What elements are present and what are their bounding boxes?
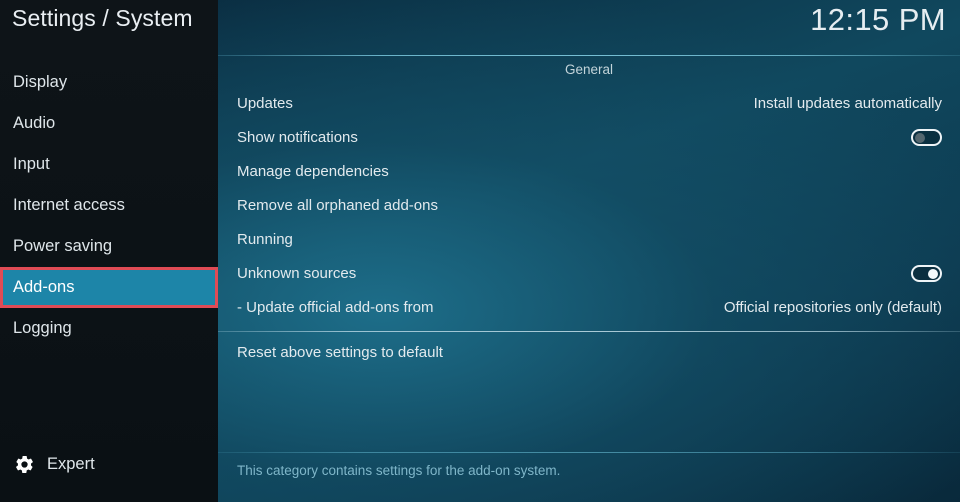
category-description: This category contains settings for the … xyxy=(237,463,561,478)
sidebar-item-logging[interactable]: Logging xyxy=(0,308,218,349)
gear-icon xyxy=(14,454,35,475)
settings-level-label: Expert xyxy=(47,455,95,473)
page-title: Settings / System xyxy=(12,5,193,31)
settings-row[interactable]: Remove all orphaned add-ons xyxy=(218,189,960,223)
footer-divider xyxy=(218,452,960,453)
settings-row[interactable]: - Update official add-ons from Official r… xyxy=(218,291,960,325)
sidebar: Settings / System Display Audio Input Inter… xyxy=(0,0,218,502)
sidebar-item-label: Internet access xyxy=(13,196,125,214)
kodi-settings-screen: Settings / System Display Audio Input Inter… xyxy=(0,0,960,502)
toggle-switch[interactable] xyxy=(911,265,942,282)
settings-row[interactable]: Show notifications xyxy=(218,121,960,155)
settings-row-label: Updates xyxy=(237,95,293,112)
clock: 12:15 PM xyxy=(810,2,946,37)
sidebar-item-display[interactable]: Display xyxy=(0,62,218,103)
settings-row-value[interactable]: Official repositories only (default) xyxy=(724,291,942,325)
settings-level-button[interactable]: Expert xyxy=(14,454,95,475)
sidebar-item-label: Power saving xyxy=(13,237,113,255)
sidebar-item-add-ons[interactable]: Add-ons xyxy=(0,267,218,308)
sidebar-item-label: Logging xyxy=(13,319,72,337)
sidebar-item-audio[interactable]: Audio xyxy=(0,103,218,144)
settings-row-label: Manage dependencies xyxy=(237,163,389,180)
settings-row[interactable]: Manage dependencies xyxy=(218,155,960,189)
sidebar-item-label: Audio xyxy=(13,114,56,132)
settings-row[interactable]: Reset above settings to default xyxy=(218,331,960,370)
sidebar-item-internet-access[interactable]: Internet access xyxy=(0,185,218,226)
toggle-knob xyxy=(928,268,938,279)
settings-row-label: Unknown sources xyxy=(237,265,357,282)
settings-row[interactable]: Unknown sources xyxy=(218,257,960,291)
settings-row[interactable]: Updates Install updates automatically xyxy=(218,87,960,121)
sidebar-category-list: Display Audio Input Internet access Power sa… xyxy=(0,62,218,349)
settings-row-label: - Update official add-ons from xyxy=(237,299,434,316)
sidebar-item-label: Input xyxy=(13,155,50,173)
toggle-switch[interactable] xyxy=(911,129,942,146)
settings-row-label: Remove all orphaned add-ons xyxy=(237,197,438,214)
sidebar-item-power-saving[interactable]: Power saving xyxy=(0,226,218,267)
settings-row[interactable]: Running xyxy=(218,223,960,257)
header-divider xyxy=(218,55,960,56)
settings-list: Updates Install updates automatically Show… xyxy=(218,87,960,370)
settings-row-value[interactable]: Install updates automatically xyxy=(754,87,942,121)
sidebar-item-label: Add-ons xyxy=(13,278,75,296)
settings-group-title: General xyxy=(564,62,614,77)
settings-row-label: Show notifications xyxy=(237,129,358,146)
settings-row-label: Reset above settings to default xyxy=(237,344,443,361)
settings-row-label: Running xyxy=(237,231,293,248)
sidebar-item-input[interactable]: Input xyxy=(0,144,218,185)
sidebar-item-label: Display xyxy=(13,73,68,91)
toggle-knob xyxy=(915,132,925,143)
content-panel: 12:15 PM General Updates Install updates … xyxy=(218,0,960,502)
row-divider xyxy=(218,331,960,332)
